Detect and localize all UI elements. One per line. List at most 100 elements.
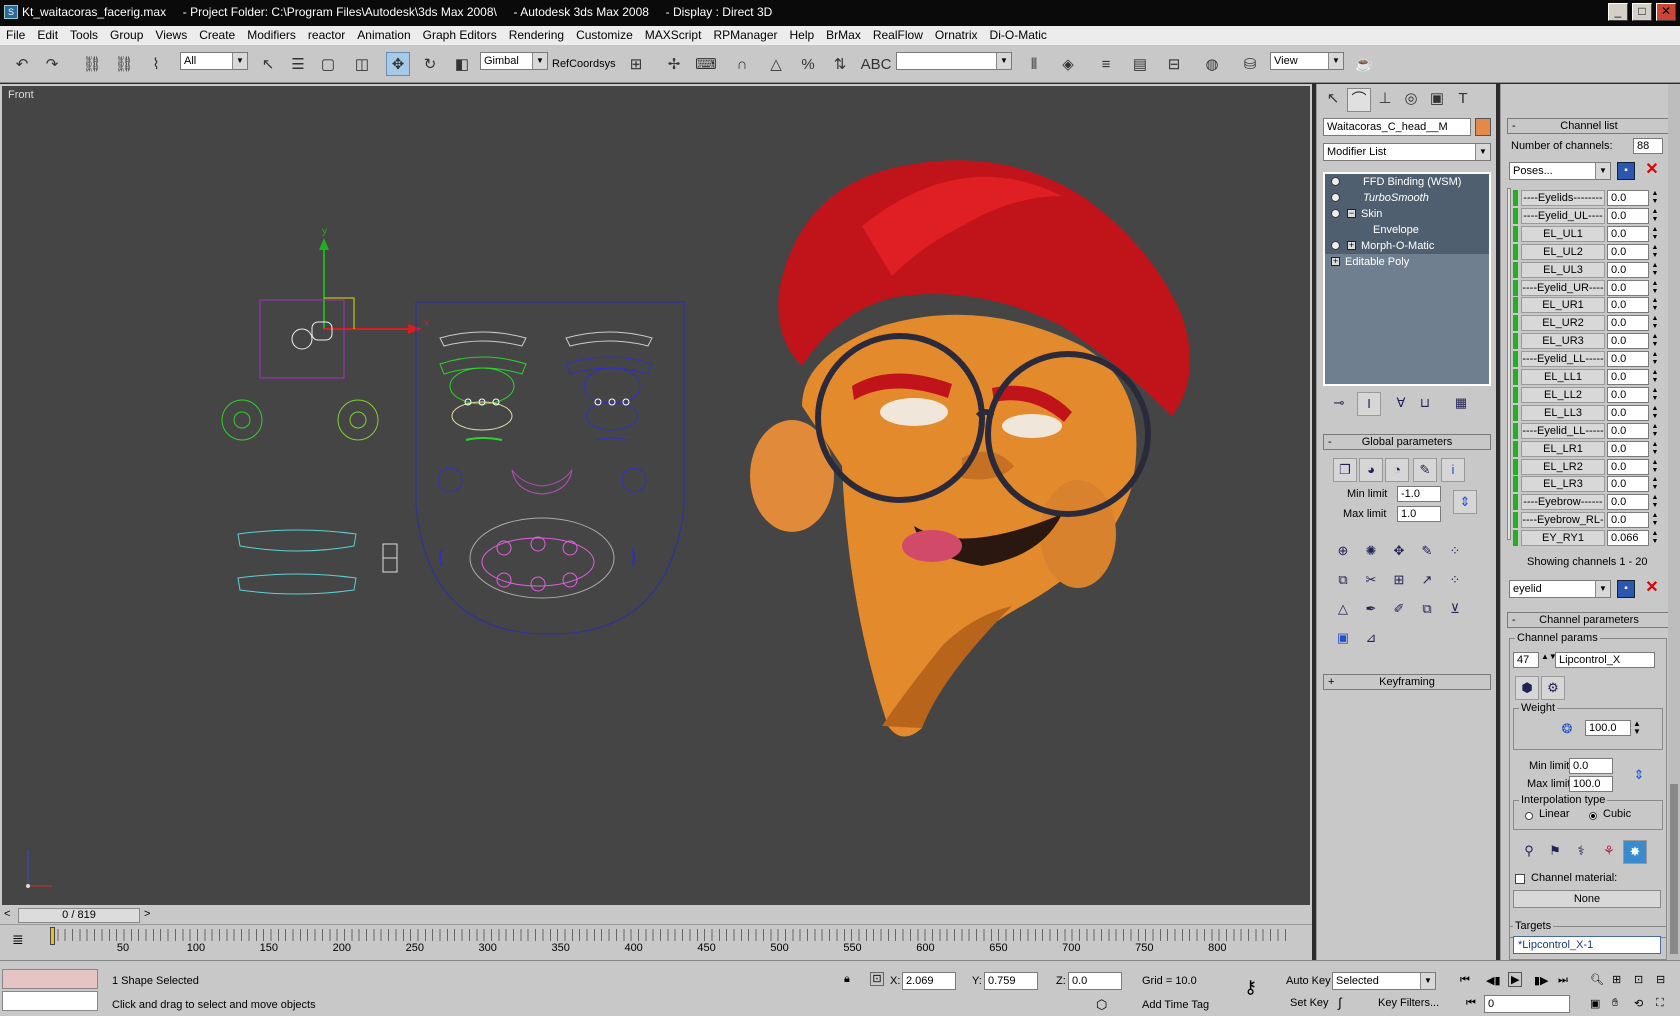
key-filters-button[interactable]: Key Filters...	[1378, 997, 1439, 1009]
linear-radio[interactable]	[1525, 812, 1533, 820]
current-frame-input[interactable]: 0	[1484, 995, 1570, 1013]
min-limit-input[interactable]: 0.0	[1569, 758, 1613, 774]
copy-channel-icon[interactable]: ❐	[1333, 458, 1357, 482]
move-gizmo[interactable]: y x	[319, 226, 429, 334]
diagonal-icon[interactable]: ↗	[1415, 569, 1439, 593]
auto-key-button[interactable]: Auto Key	[1286, 975, 1331, 987]
channel-spinner[interactable]: ▲ ▼	[1650, 530, 1660, 546]
channel-value[interactable]: 0.0	[1607, 351, 1649, 368]
align-icon[interactable]: ◈	[1056, 52, 1080, 76]
time-slider-thumb[interactable]: 0 / 819	[18, 908, 140, 923]
character-head[interactable]	[750, 160, 1190, 737]
channel-spinner[interactable]: ▲ ▼	[1650, 476, 1660, 492]
maxscript-listener-output[interactable]	[2, 991, 98, 1011]
poses-dropdown[interactable]: Poses... ▼	[1509, 162, 1611, 180]
menu-reactor[interactable]: reactor	[302, 26, 351, 42]
channel-value[interactable]: 0.0	[1607, 369, 1649, 385]
channel-name[interactable]: EL_LL2	[1521, 386, 1605, 403]
channel-name[interactable]: EL_UL1	[1521, 225, 1605, 242]
channel-name[interactable]: EL_UR2	[1521, 315, 1605, 332]
object-color-swatch[interactable]	[1475, 118, 1491, 136]
jaw-control-lower[interactable]	[237, 573, 357, 595]
channel-name[interactable]: ----Eyelid_LL-------	[1521, 422, 1605, 451]
channel-row[interactable]: EL_UR2 0.0 ▲ ▼	[1513, 315, 1661, 332]
undo-icon[interactable]: ↶	[10, 52, 34, 76]
modifier-stack-item[interactable]: FFD Binding (WSM)	[1325, 174, 1489, 190]
pin-stack-icon[interactable]: ⊸	[1327, 392, 1351, 416]
save-filter-icon[interactable]: ▪	[1617, 580, 1635, 598]
channel-row[interactable]: ----Eyelid_UL-------0.0▲▼	[1513, 207, 1661, 236]
channel-spinner[interactable]: ▲ ▼	[1650, 423, 1660, 439]
channel-row[interactable]: ----Eyelids---------0.0▲▼	[1513, 190, 1661, 218]
modifier-stack-item[interactable]: Envelope	[1325, 222, 1489, 238]
close-button[interactable]: ✕	[1656, 3, 1676, 21]
menu-customize[interactable]: Customize	[570, 26, 639, 42]
layer-manager-icon[interactable]: ≡	[1094, 52, 1118, 76]
eye-control-left[interactable]	[221, 399, 263, 441]
menu-rendering[interactable]: Rendering	[503, 26, 570, 42]
channel-material-button[interactable]: None	[1513, 890, 1661, 908]
channel-row[interactable]: ----Eyelid_LL-------0.0▲▼	[1513, 422, 1661, 451]
make-unique-icon[interactable]: ∀	[1389, 392, 1413, 416]
angle-snap-icon[interactable]: △	[764, 52, 788, 76]
modifier-toggle-icon[interactable]	[1331, 241, 1340, 250]
num-channels-input[interactable]: 88	[1633, 138, 1663, 154]
keyframing-rollout[interactable]: + Keyframing	[1323, 674, 1491, 690]
unlink-icon[interactable]: ⛓	[112, 52, 136, 76]
channel-tool-5-icon[interactable]: ✸	[1623, 840, 1647, 864]
channel-tool-3-icon[interactable]: ⚕	[1569, 840, 1593, 864]
menu-file[interactable]: File	[0, 26, 31, 42]
rect-selection-icon[interactable]: ▢	[316, 52, 340, 76]
channel-filter-dropdown[interactable]: eyelid ▼	[1509, 580, 1611, 598]
channel-name[interactable]: EL_LR1	[1521, 440, 1605, 457]
set-key-button[interactable]: Set Key	[1290, 997, 1329, 1009]
render-view-dropdown[interactable]: View ▼	[1270, 52, 1344, 70]
pan-view-icon[interactable]: ✋︎	[1612, 997, 1618, 1010]
absolute-mode-icon[interactable]: ⊡	[870, 972, 884, 986]
folder-icon[interactable]: ⊿	[1359, 627, 1383, 651]
rig-control-circle[interactable]	[291, 328, 313, 350]
select-rotate-icon[interactable]: ↻	[418, 52, 442, 76]
global-min-limit-input[interactable]: -1.0	[1397, 486, 1441, 502]
channel-material-checkbox[interactable]	[1515, 874, 1525, 884]
select-by-name-icon[interactable]: ☰	[286, 52, 310, 76]
burst-icon[interactable]: ✺	[1359, 540, 1383, 564]
channel-spinner[interactable]: ▲ ▼	[1650, 387, 1660, 403]
menu-views[interactable]: Views	[149, 26, 193, 42]
channel-row[interactable]: EL_LR1 0.0 ▲ ▼	[1513, 440, 1661, 457]
menu-help[interactable]: Help	[783, 26, 820, 42]
max-limit-input[interactable]: 100.0	[1569, 776, 1613, 792]
keyboard-shortcut-icon[interactable]: ⌨	[694, 52, 718, 76]
channel-spinner[interactable]: ▲ ▼	[1650, 405, 1660, 421]
key-filter-curve-icon[interactable]: ∫	[1338, 995, 1342, 1010]
material-editor-icon[interactable]: ◍	[1200, 52, 1224, 76]
channel-spinner[interactable]: ▲ ▼	[1650, 297, 1660, 313]
channel-spinner[interactable]: ▲ ▼	[1650, 262, 1660, 278]
transform-space-dropdown[interactable]: Gimbal ▼	[480, 52, 548, 70]
eye-control-right[interactable]	[337, 399, 379, 441]
key-mode-toggle-icon[interactable]: ⏮	[1466, 997, 1476, 1010]
channel-spinner[interactable]: ▲ ▼	[1650, 512, 1660, 528]
channel-list-rollout[interactable]: - Channel list	[1507, 118, 1671, 134]
current-frame-marker[interactable]	[50, 927, 55, 945]
channel-name[interactable]: ----Eyebrow_RL------	[1521, 512, 1605, 540]
modifier-toggle-icon[interactable]	[1331, 177, 1340, 186]
named-selection-dropdown[interactable]: ▼	[896, 52, 1012, 70]
front-viewport[interactable]: Front y x	[0, 84, 1312, 907]
maximize-viewport-icon[interactable]: ⛶	[1656, 997, 1664, 1010]
channel-value[interactable]: 0.0	[1607, 207, 1649, 224]
global-max-limit-input[interactable]: 1.0	[1397, 506, 1441, 522]
copy-icon[interactable]: ⧉	[1331, 569, 1355, 593]
channel-row[interactable]: EL_UR3 0.0 ▲ ▼	[1513, 333, 1661, 350]
cubic-radio[interactable]	[1589, 812, 1597, 820]
zoom-extents-icon[interactable]: ⊡	[1634, 973, 1643, 986]
extract-target-icon[interactable]: ⚙	[1541, 676, 1565, 700]
modifier-stack[interactable]: FFD Binding (WSM) TurboSmooth − Skin Envelop…	[1323, 172, 1491, 386]
filter-icon[interactable]: ⊻	[1443, 598, 1467, 622]
menu-graph-editors[interactable]: Graph Editors	[417, 26, 503, 42]
pen-icon[interactable]: ✐	[1387, 598, 1411, 622]
menu-edit[interactable]: Edit	[31, 26, 64, 42]
modifier-stack-item[interactable]: + Morph-O-Matic	[1325, 238, 1489, 254]
channel-index-input[interactable]: 47	[1513, 652, 1539, 668]
edit-icon[interactable]: ✎	[1415, 540, 1439, 564]
